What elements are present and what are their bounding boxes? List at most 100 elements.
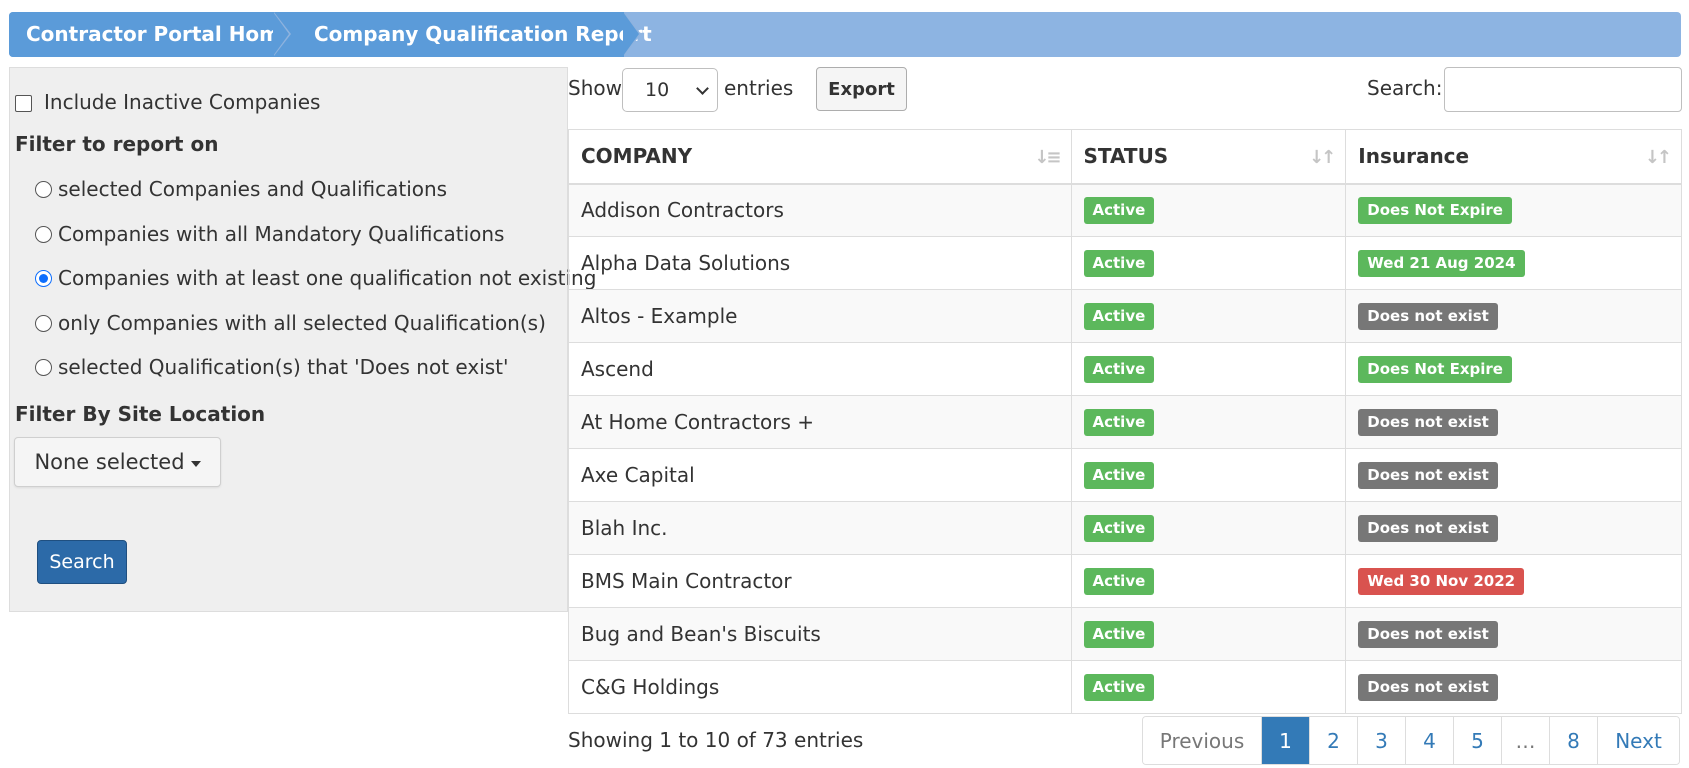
table-row: C&G Holdings Active Does not exist (568, 660, 1682, 714)
chevron-down-icon (696, 82, 709, 95)
breadcrumb: Contractor Portal Home Company Qualifica… (9, 12, 1681, 57)
insurance-cell: Does Not Expire (1345, 183, 1682, 237)
filter-option-selected-companies[interactable]: selected Companies and Qualifications (35, 177, 447, 201)
filter-option-label: Companies with all Mandatory Qualificati… (58, 222, 505, 246)
breadcrumb-separator (273, 12, 289, 56)
column-header-label: Insurance (1358, 144, 1470, 169)
search-button[interactable]: Search (37, 540, 127, 584)
company-cell: Ascend (568, 342, 1071, 396)
status-badge: Active (1083, 568, 1155, 595)
insurance-badge: Does Not Expire (1358, 356, 1512, 383)
filter-option-does-not-exist[interactable]: selected Qualification(s) that 'Does not… (35, 355, 509, 379)
insurance-cell: Does not exist (1345, 501, 1682, 555)
column-header-label: STATUS (1083, 144, 1169, 169)
sort-icon: ↓↑ (1644, 147, 1672, 168)
status-cell: Active (1070, 554, 1346, 608)
insurance-cell: Does not exist (1345, 448, 1682, 502)
insurance-badge: Does not exist (1358, 621, 1498, 648)
table-row: Addison Contractors Active Does Not Expi… (568, 183, 1682, 237)
insurance-cell: Does not exist (1345, 660, 1682, 714)
site-location-dropdown[interactable]: None selected (14, 437, 221, 487)
status-cell: Active (1070, 448, 1346, 502)
insurance-badge: Does not exist (1358, 515, 1498, 542)
company-cell: At Home Contractors + (568, 395, 1071, 449)
insurance-badge: Wed 21 Aug 2024 (1358, 250, 1525, 277)
radio-button[interactable] (35, 314, 52, 332)
sort-ascending-icon: ↓≡ (1034, 147, 1061, 168)
breadcrumb-current-page[interactable]: Company Qualification Report (274, 12, 652, 57)
insurance-badge: Wed 30 Nov 2022 (1358, 568, 1525, 595)
pagination: Previous 1 2 3 4 5 … 8 Next (1142, 716, 1680, 765)
filter-option-label: only Companies with all selected Qualifi… (58, 311, 546, 335)
status-badge: Active (1083, 250, 1155, 277)
filter-panel: Include Inactive Companies Filter to rep… (9, 67, 596, 612)
pagination-page-8[interactable]: 8 (1549, 717, 1597, 764)
company-cell: Altos - Example (568, 289, 1071, 343)
breadcrumb-home-link[interactable]: Contractor Portal Home (9, 12, 294, 57)
pagination-previous[interactable]: Previous (1143, 717, 1261, 764)
table-row: Blah Inc. Active Does not exist (568, 501, 1682, 555)
insurance-badge: Does Not Expire (1358, 197, 1512, 225)
table-row: Bug and Bean's Biscuits Active Does not … (568, 607, 1682, 661)
search-input[interactable] (1444, 67, 1682, 112)
status-cell: Active (1070, 342, 1346, 396)
radio-button[interactable] (35, 180, 52, 198)
status-badge: Active (1083, 356, 1155, 383)
filter-option-all-selected-qualifications[interactable]: only Companies with all selected Qualifi… (35, 311, 546, 335)
include-inactive-label: Include Inactive Companies (44, 90, 321, 114)
column-header-company[interactable]: COMPANY ↓≡ (568, 129, 1071, 185)
checkbox-box[interactable] (15, 94, 32, 112)
table-row: BMS Main Contractor Active Wed 30 Nov 20… (568, 554, 1682, 608)
report-filter-title: Filter to report on (15, 132, 219, 156)
filter-option-label: selected Qualification(s) that 'Does not… (58, 355, 509, 379)
breadcrumb-separator (623, 12, 639, 56)
filter-option-label: Companies with at least one qualificatio… (58, 266, 597, 290)
table-row: Altos - Example Active Does not exist (568, 289, 1682, 343)
insurance-cell: Does not exist (1345, 395, 1682, 449)
insurance-cell: Wed 21 Aug 2024 (1345, 236, 1682, 290)
entries-label: entries (724, 76, 794, 100)
insurance-cell: Does not exist (1345, 289, 1682, 343)
pagination-page-3[interactable]: 3 (1357, 717, 1405, 764)
column-header-status[interactable]: STATUS ↓↑ (1070, 129, 1346, 185)
company-cell: Blah Inc. (568, 501, 1071, 555)
sort-icon: ↓↑ (1309, 147, 1336, 168)
entries-per-page-select[interactable]: 10 (622, 68, 718, 112)
radio-button-selected[interactable] (35, 269, 52, 287)
insurance-cell: Does not exist (1345, 607, 1682, 661)
column-header-insurance[interactable]: Insurance ↓↑ (1345, 129, 1682, 185)
status-badge: Active (1083, 621, 1155, 648)
search-label: Search: (1367, 76, 1443, 100)
pagination-next[interactable]: Next (1597, 717, 1679, 764)
status-badge: Active (1083, 515, 1155, 542)
export-button[interactable]: Export (816, 67, 907, 111)
pagination-ellipsis: … (1501, 717, 1549, 764)
filter-option-mandatory-qualifications[interactable]: Companies with all Mandatory Qualificati… (35, 222, 504, 246)
company-qualification-table: COMPANY ↓≡ STATUS ↓↑ Insurance ↓↑ Addiso… (568, 129, 1682, 714)
table-info: Showing 1 to 10 of 73 entries (568, 728, 864, 752)
entries-per-page-value: 10 (645, 79, 670, 101)
table-row: Ascend Active Does Not Expire (568, 342, 1682, 396)
company-cell: Axe Capital (568, 448, 1071, 502)
company-cell: BMS Main Contractor (568, 554, 1071, 608)
status-cell: Active (1070, 660, 1346, 714)
pagination-page-1[interactable]: 1 (1261, 717, 1309, 764)
insurance-cell: Does Not Expire (1345, 342, 1682, 396)
pagination-page-4[interactable]: 4 (1405, 717, 1453, 764)
site-location-title: Filter By Site Location (15, 402, 266, 426)
filter-option-one-not-existing[interactable]: Companies with at least one qualificatio… (35, 266, 596, 290)
table-row: Axe Capital Active Does not exist (568, 448, 1682, 502)
status-cell: Active (1070, 395, 1346, 449)
insurance-badge: Does not exist (1358, 409, 1498, 436)
pagination-page-5[interactable]: 5 (1453, 717, 1501, 764)
status-cell: Active (1070, 183, 1346, 237)
insurance-badge: Does not exist (1358, 462, 1498, 489)
status-badge: Active (1083, 303, 1155, 330)
table-row: At Home Contractors + Active Does not ex… (568, 395, 1682, 449)
table-header-row: COMPANY ↓≡ STATUS ↓↑ Insurance ↓↑ (568, 129, 1682, 185)
pagination-page-2[interactable]: 2 (1309, 717, 1357, 764)
include-inactive-checkbox[interactable]: Include Inactive Companies (15, 90, 320, 114)
insurance-cell: Wed 30 Nov 2022 (1345, 554, 1682, 608)
radio-button[interactable] (35, 358, 52, 376)
radio-button[interactable] (35, 225, 52, 243)
